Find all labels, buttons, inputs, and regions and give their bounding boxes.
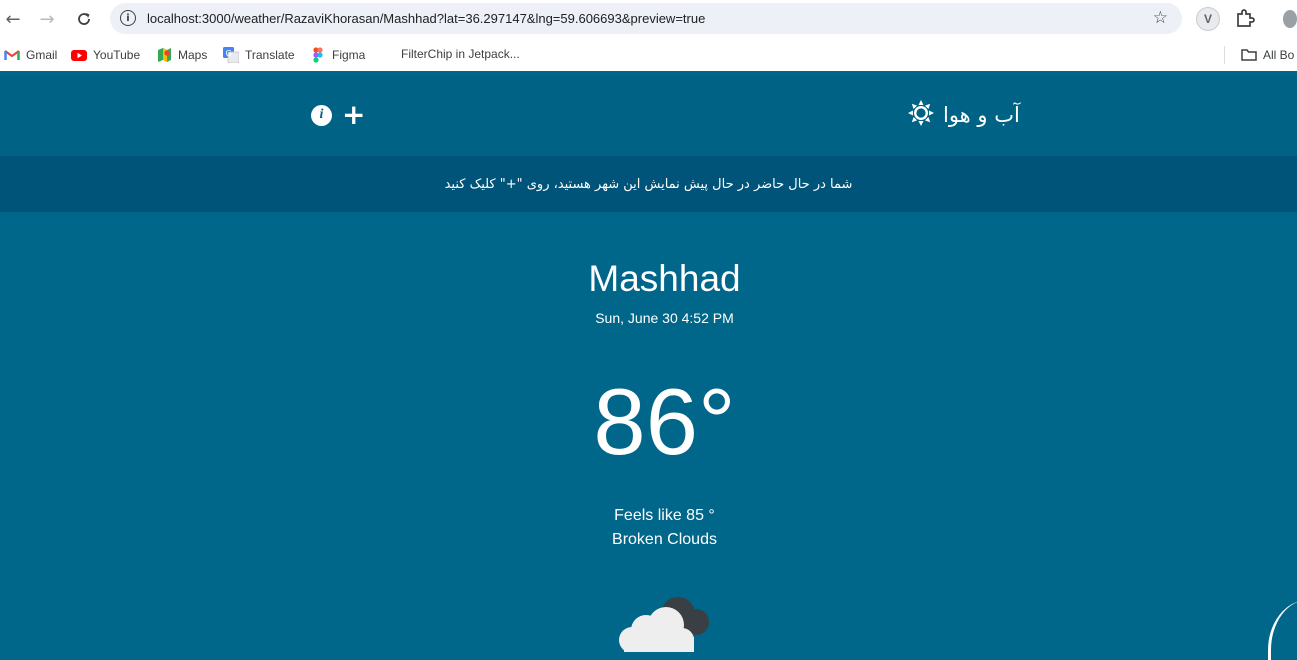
bookmark-gmail[interactable]: Gmail (4, 47, 57, 63)
bookmark-maps[interactable]: Maps (156, 47, 207, 63)
svg-text:G: G (226, 49, 232, 58)
app-header (0, 76, 1297, 156)
weather-condition: Broken Clouds (612, 531, 717, 548)
all-bookmarks-label: All Bo (1263, 48, 1295, 62)
reload-icon (78, 13, 90, 25)
extensions-puzzle-icon[interactable] (1234, 7, 1256, 29)
bookmark-label: YouTube (93, 48, 141, 62)
extension-avatar[interactable]: V (1196, 7, 1220, 31)
url-text[interactable]: localhost:3000/weather/RazaviKhorasan/Ma… (147, 11, 705, 26)
bookmarks-bar: Gmail YouTube Maps G Translate Figma Fil… (0, 38, 1297, 71)
current-temperature: 86° (593, 369, 736, 474)
bookmark-label: Gmail (26, 48, 58, 62)
bookmarks-divider (1224, 46, 1225, 64)
info-icon[interactable]: i (311, 104, 332, 126)
back-button[interactable]: ← (0, 6, 26, 32)
date-time: Sun, June 30 4:52 PM (595, 310, 734, 326)
all-bookmarks[interactable]: All Bo (1241, 47, 1294, 63)
translate-icon: G (223, 47, 240, 64)
address-bar[interactable]: i localhost:3000/weather/RazaviKhorasan/… (110, 3, 1182, 34)
bookmark-filterchip[interactable]: FilterChip in Jetpack... (401, 47, 520, 61)
bookmark-youtube[interactable]: YouTube (71, 47, 140, 63)
browser-toolbar: ← → i localhost:3000/weather/RazaviKhora… (0, 0, 1297, 38)
bookmark-label: Figma (332, 48, 366, 62)
bookmark-figma[interactable]: Figma (310, 47, 365, 63)
maps-icon (156, 47, 172, 63)
app-brand[interactable]: آب و هوا (907, 99, 1020, 132)
weather-main: Mashhad Sun, June 30 4:52 PM 86° Feels l… (0, 212, 1297, 657)
bookmark-label: Translate (245, 48, 295, 62)
add-city-button[interactable]: + (342, 101, 365, 129)
folder-icon (1241, 47, 1257, 63)
app-title: آب و هوا (943, 103, 1020, 127)
reload-button[interactable] (71, 6, 97, 32)
profile-avatar[interactable] (1283, 10, 1297, 28)
gmail-icon (4, 47, 20, 63)
preview-banner: شما در حال حاضر در حال پیش نمایش این شهر… (0, 156, 1297, 212)
feels-like: Feels like 85 ° (614, 507, 715, 524)
sun-icon (907, 99, 935, 132)
city-name: Mashhad (588, 258, 741, 299)
header-actions: i + (311, 101, 365, 129)
bookmark-translate[interactable]: G Translate (223, 47, 295, 64)
forward-button[interactable]: → (34, 6, 60, 32)
bookmark-label: FilterChip in Jetpack... (401, 47, 520, 61)
broken-clouds-icon (606, 592, 726, 657)
bookmark-label: Maps (178, 48, 208, 62)
figma-icon (310, 47, 326, 63)
preview-banner-text: شما در حال حاضر در حال پیش نمایش این شهر… (444, 176, 853, 192)
site-info-icon[interactable]: i (120, 10, 136, 26)
bookmark-star-icon[interactable]: ☆ (1153, 8, 1168, 28)
youtube-icon (71, 47, 87, 63)
